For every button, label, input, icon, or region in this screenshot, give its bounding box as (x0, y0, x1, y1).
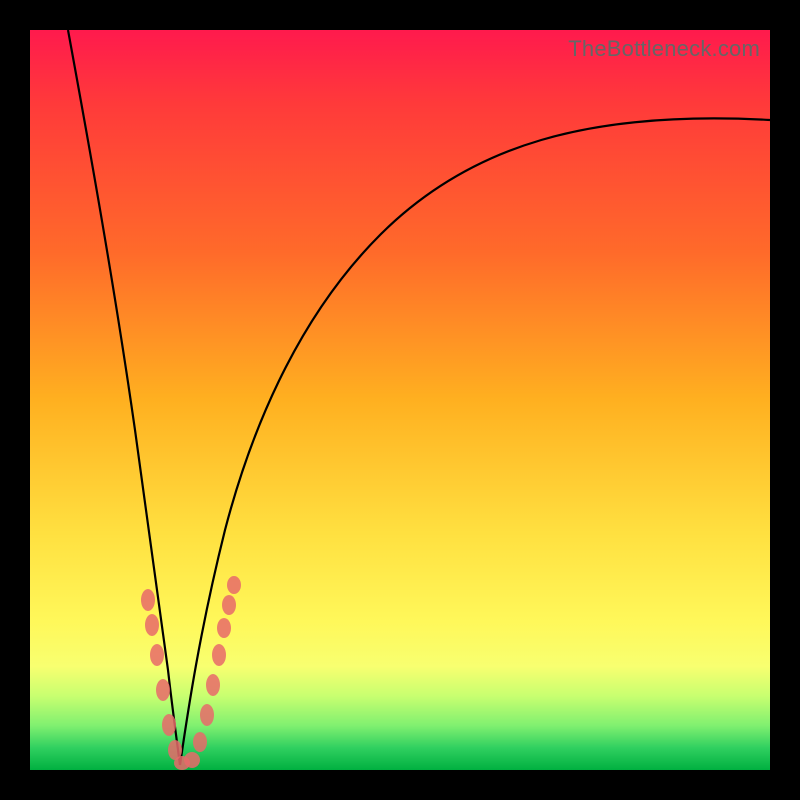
sample-point (193, 732, 207, 752)
sample-point (200, 704, 214, 726)
marker-group (141, 576, 241, 770)
sample-point (156, 679, 170, 701)
sample-point (141, 589, 155, 611)
curve-right-branch (180, 118, 770, 765)
sample-point (162, 714, 176, 736)
sample-point (217, 618, 231, 638)
sample-point (212, 644, 226, 666)
sample-point (150, 644, 164, 666)
sample-point (145, 614, 159, 636)
sample-point (227, 576, 241, 594)
plot-area: TheBottleneck.com (30, 30, 770, 770)
chart-frame: TheBottleneck.com (0, 0, 800, 800)
curve-layer (30, 30, 770, 770)
sample-point (206, 674, 220, 696)
sample-point (222, 595, 236, 615)
sample-point (184, 752, 200, 768)
